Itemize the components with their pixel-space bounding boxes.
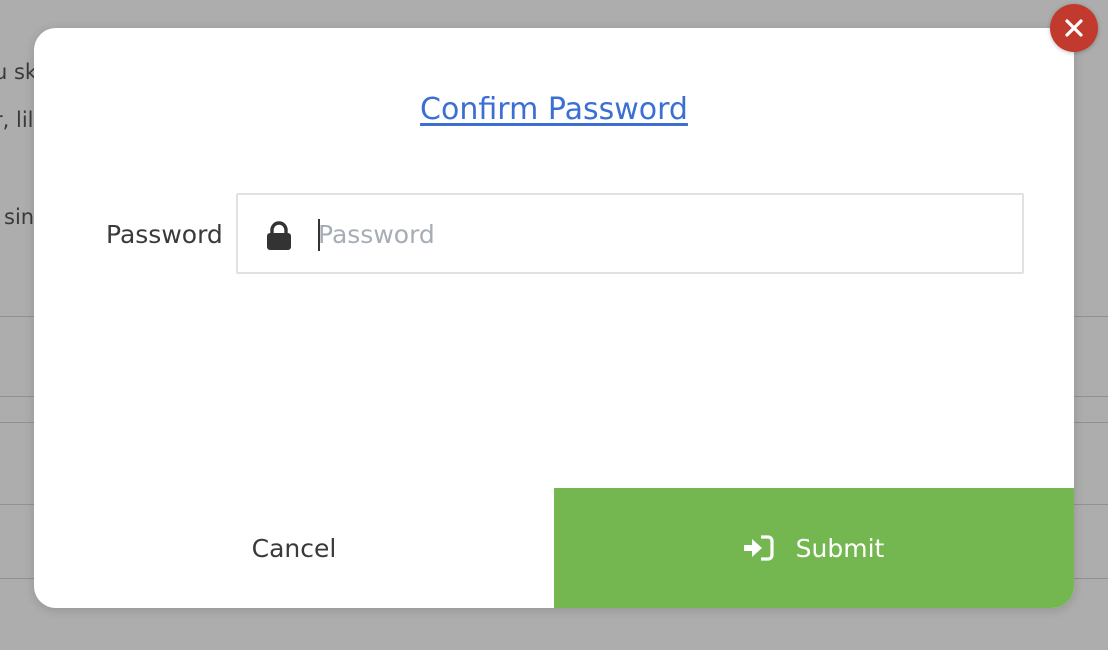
cancel-button[interactable]: Cancel	[34, 488, 554, 608]
confirm-password-dialog: Confirm Password Password Cancel Submit	[34, 28, 1074, 608]
lock-icon	[267, 221, 291, 250]
password-label: Password	[106, 220, 223, 249]
close-dialog-button[interactable]	[1050, 4, 1098, 52]
password-input[interactable]	[318, 213, 998, 255]
cancel-button-label: Cancel	[251, 533, 337, 563]
password-field[interactable]	[236, 193, 1024, 274]
submit-button[interactable]: Submit	[554, 488, 1074, 608]
sign-in-icon	[743, 535, 774, 561]
dialog-title-link[interactable]: Confirm Password	[34, 90, 1074, 130]
text-caret	[318, 219, 320, 251]
submit-button-label: Submit	[795, 533, 885, 563]
close-icon	[1065, 19, 1083, 37]
